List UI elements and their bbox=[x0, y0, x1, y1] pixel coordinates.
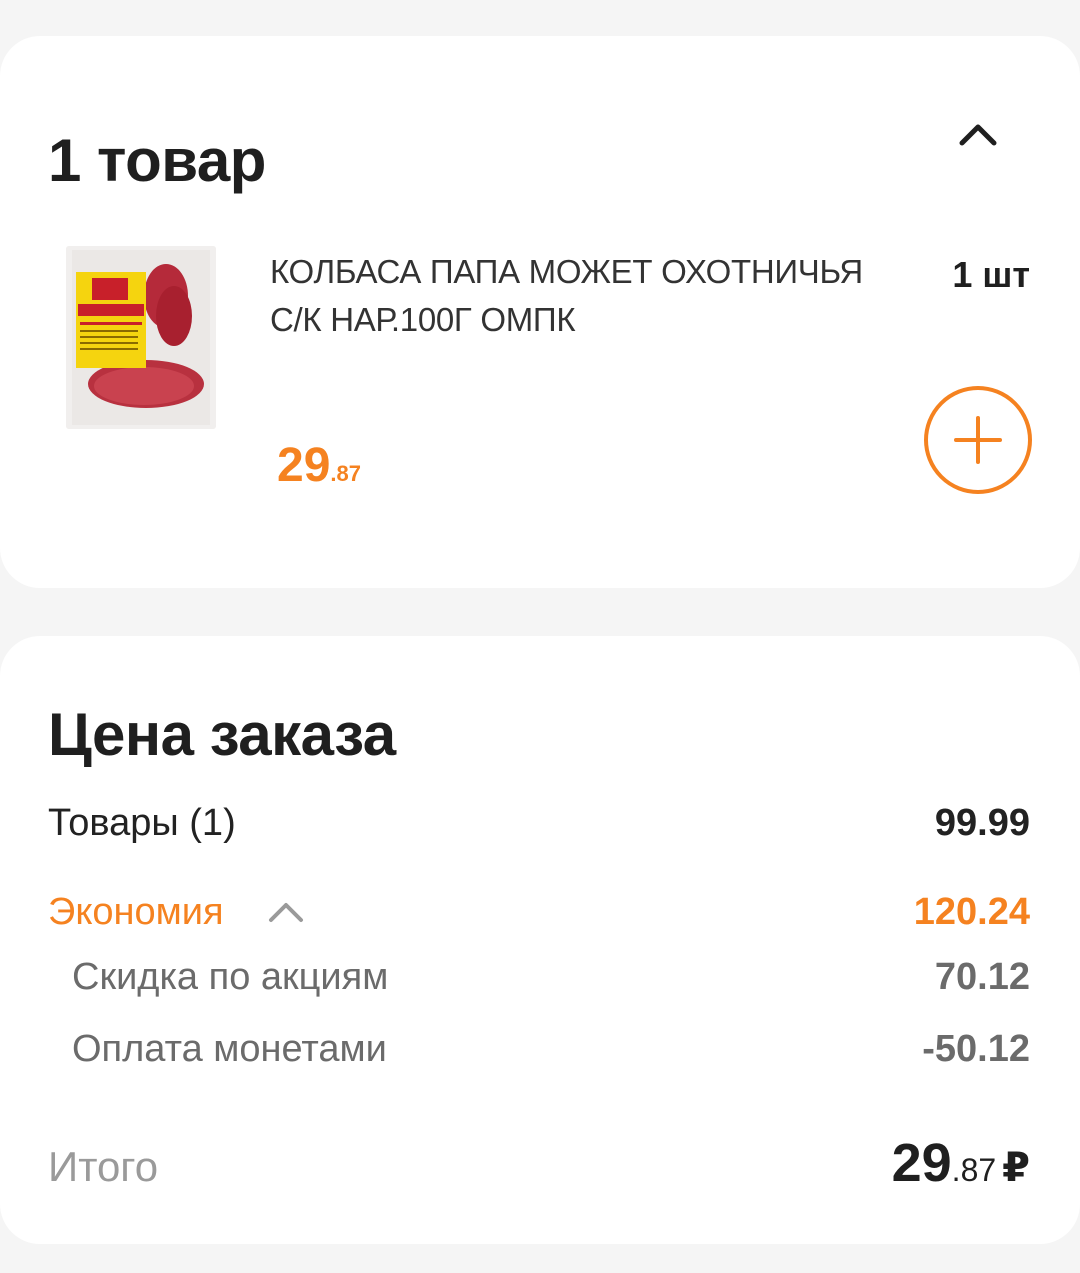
total-label: Итого bbox=[48, 1143, 159, 1190]
product-price: 29.87 bbox=[277, 438, 361, 493]
total-int: 29 bbox=[891, 1133, 952, 1193]
discount-row: Скидка по акциям 70.12 bbox=[72, 956, 1030, 999]
plus-icon bbox=[954, 416, 1002, 464]
order-price-title: Цена заказа bbox=[48, 701, 396, 768]
items-count-title: 1 товар bbox=[48, 127, 266, 194]
coins-label: Оплата монетами bbox=[72, 1028, 387, 1070]
currency-symbol: ₽ bbox=[1002, 1146, 1030, 1190]
chevron-up-icon bbox=[268, 903, 303, 922]
product-price-dec: .87 bbox=[330, 461, 361, 486]
economy-toggle[interactable] bbox=[264, 890, 308, 934]
product-name[interactable]: КОЛБАСА ПАПА МОЖЕТ ОХОТНИЧЬЯ С/К НАР.100… bbox=[270, 248, 870, 344]
total-value: 29.87 ₽ bbox=[892, 1132, 1030, 1194]
economy-label: Экономия bbox=[48, 890, 224, 933]
discount-value: 70.12 bbox=[934, 956, 1030, 998]
product-price-int: 29 bbox=[277, 439, 331, 492]
collapse-items-button[interactable] bbox=[948, 104, 1008, 164]
discount-label: Скидка по акциям bbox=[72, 956, 389, 998]
economy-value: 120.24 bbox=[913, 890, 1030, 933]
order-summary-card: Цена заказа Товары (1) 99.99 Экономия 12… bbox=[0, 636, 1080, 1244]
items-card: 1 товар КОЛБАСА ПАПА МОЖЕТ ОХОТНИЧЬЯ С/К… bbox=[0, 36, 1080, 588]
product-quantity: 1 шт bbox=[952, 254, 1030, 295]
product-image[interactable] bbox=[66, 246, 216, 429]
economy-row[interactable]: Экономия 120.24 bbox=[48, 890, 1030, 934]
total-dec: .87 bbox=[951, 1152, 997, 1188]
goods-value: 99.99 bbox=[934, 802, 1030, 844]
goods-label: Товары (1) bbox=[48, 802, 236, 844]
coins-row: Оплата монетами -50.12 bbox=[72, 1028, 1030, 1071]
add-quantity-button[interactable] bbox=[924, 386, 1032, 494]
chevron-up-icon bbox=[959, 124, 997, 146]
goods-row: Товары (1) 99.99 bbox=[48, 802, 1030, 845]
coins-value: -50.12 bbox=[922, 1028, 1030, 1070]
total-row: Итого 29.87 ₽ bbox=[48, 1132, 1030, 1194]
